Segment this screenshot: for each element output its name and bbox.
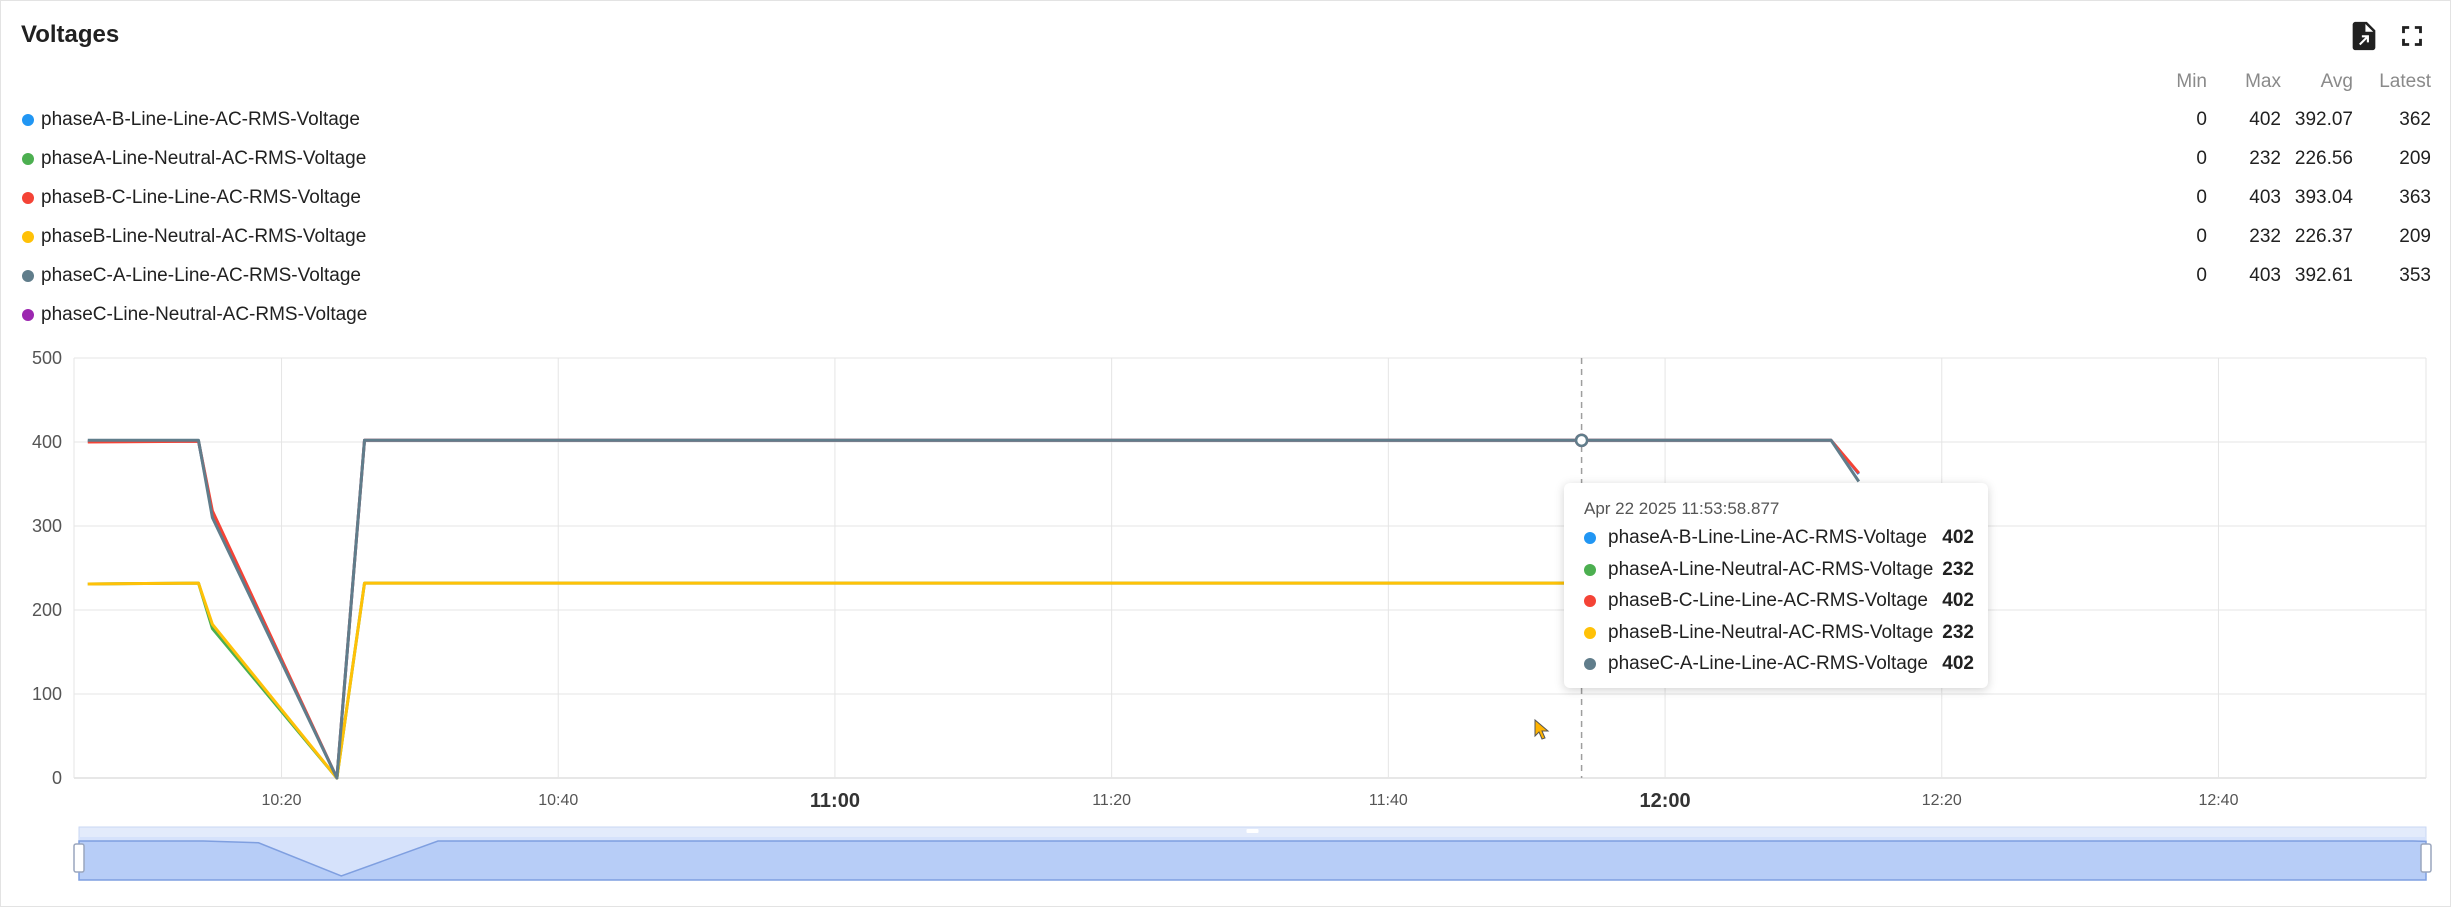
- x-tick-label: 12:40: [2198, 792, 2238, 809]
- x-tick-label: 10:40: [538, 792, 578, 809]
- time-navigator: [73, 826, 2432, 881]
- tooltip-row: phaseB-C-Line-Line-AC-RMS-Voltage 402: [1584, 588, 1974, 614]
- navigator-drag-grip: [1246, 829, 1259, 833]
- grid-lines: [73, 357, 2427, 779]
- y-tick-label: 100: [32, 684, 62, 704]
- hover-marker: [1574, 433, 1589, 448]
- x-tick-label: 10:20: [262, 792, 302, 809]
- tooltip-row: phaseC-A-Line-Line-AC-RMS-Voltage 402: [1584, 651, 1974, 677]
- voltage-chart[interactable]: 0 100 200 300 400 500 10:20 10:40 11:00 11:20 11:…: [1, 1, 2451, 908]
- tooltip-series-name: phaseA-Line-Neutral-AC-RMS-Voltage: [1608, 558, 1934, 580]
- navigator-right-handle: [2420, 843, 2432, 873]
- tooltip-color-dot: [1584, 595, 1596, 607]
- tooltip-value: 232: [1942, 558, 1974, 580]
- tooltip-series-name: phaseB-C-Line-Line-AC-RMS-Voltage: [1608, 590, 1928, 611]
- x-axis-ticks: 10:20 10:40 11:00 11:20 11:40 12:00 12:20 12:40: [262, 790, 2239, 812]
- y-tick-label: 300: [32, 516, 62, 536]
- mouse-pointer-icon: [1534, 718, 1550, 740]
- tooltip-series-name: phaseA-B-Line-Line-AC-RMS-Voltage: [1608, 527, 1927, 548]
- voltages-panel: Voltages Min Max Avg Latest phaseA-B-Lin…: [0, 0, 2451, 907]
- x-tick-label: 12:00: [1639, 790, 1690, 812]
- y-tick-label: 0: [52, 768, 62, 788]
- x-tick-label: 12:20: [1922, 792, 1962, 809]
- tooltip-value: 402: [1942, 527, 1974, 548]
- tooltip-value: 232: [1942, 621, 1974, 643]
- y-tick-label: 400: [32, 432, 62, 452]
- tooltip-color-dot: [1584, 563, 1596, 576]
- x-tick-label: 11:00: [810, 790, 860, 812]
- x-tick-label: 11:20: [1092, 792, 1131, 809]
- y-axis-ticks: 0 100 200 300 400 500: [32, 348, 62, 788]
- tooltip-color-dot: [1584, 626, 1596, 639]
- navigator-area: [78, 840, 2427, 881]
- tooltip-color-dot: [1584, 532, 1596, 544]
- navigator-left-handle: [73, 843, 85, 873]
- tooltip-time: Apr 22 2025 11:53:58.877: [1584, 499, 1780, 518]
- y-tick-label: 200: [32, 600, 62, 620]
- y-tick-label: 500: [32, 348, 62, 368]
- tooltip-row: phaseB-Line-Neutral-AC-RMS-Voltage 232: [1584, 620, 1974, 646]
- tooltip-row: phaseA-Line-Neutral-AC-RMS-Voltage 232: [1584, 557, 1974, 583]
- tooltip-value: 402: [1942, 590, 1974, 611]
- tooltip-row: phaseA-B-Line-Line-AC-RMS-Voltage 402: [1584, 525, 1974, 551]
- tooltip-series-name: phaseB-Line-Neutral-AC-RMS-Voltage: [1608, 621, 1934, 643]
- hover-tooltip: Apr 22 2025 11:53:58.877 phaseA-B-Line-L…: [1564, 483, 1988, 688]
- tooltip-value: 402: [1942, 653, 1974, 674]
- x-tick-label: 11:40: [1369, 792, 1408, 809]
- tooltip-color-dot: [1584, 658, 1596, 670]
- tooltip-series-name: phaseC-A-Line-Line-AC-RMS-Voltage: [1608, 653, 1928, 674]
